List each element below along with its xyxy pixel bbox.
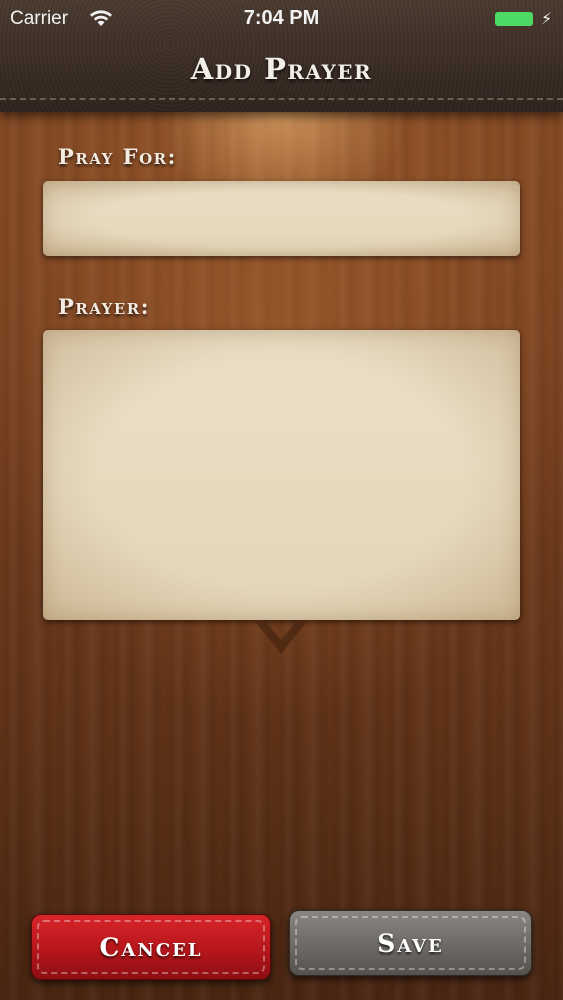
battery-level-fill (495, 12, 533, 26)
prayer-label: Prayer: (58, 294, 151, 319)
charging-bolt-icon: ⚡︎ (541, 11, 553, 28)
save-button[interactable]: Save (289, 910, 532, 976)
pray-for-input[interactable] (43, 181, 520, 256)
cancel-button[interactable]: Cancel (31, 914, 271, 980)
header-bar: Carrier 7:04 PM ⚡︎ Add Prayer (0, 0, 563, 112)
prayer-textarea[interactable] (43, 330, 520, 620)
status-bar: Carrier 7:04 PM ⚡︎ (0, 0, 563, 38)
battery-icon (495, 12, 533, 26)
chevron-down-icon (254, 620, 308, 654)
add-prayer-screen: Carrier 7:04 PM ⚡︎ Add Prayer Pray For: … (0, 0, 563, 1000)
page-title: Add Prayer (190, 52, 373, 86)
pray-for-label: Pray For: (58, 144, 177, 169)
status-time: 7:04 PM (243, 7, 320, 29)
